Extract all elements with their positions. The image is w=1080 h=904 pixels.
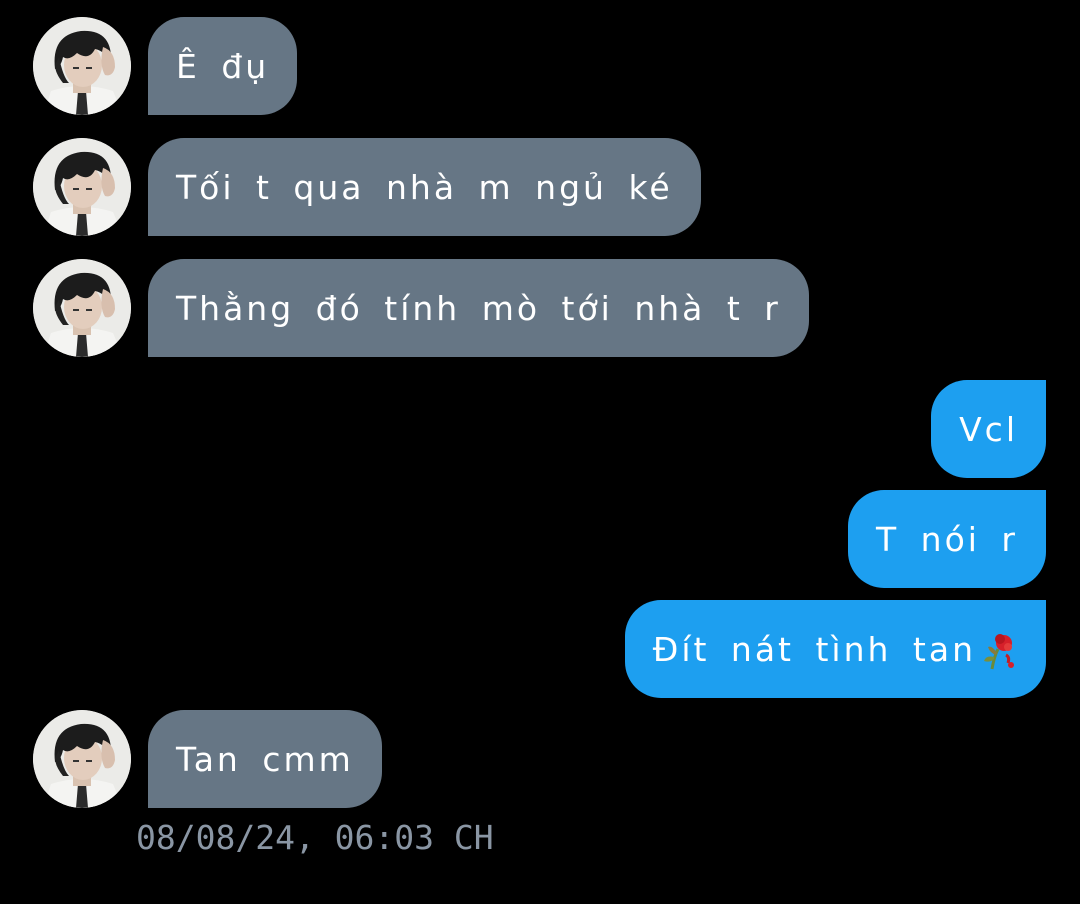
avatar[interactable] [33, 138, 131, 236]
message-text: T nói r [876, 519, 1018, 559]
message-bubble-incoming[interactable]: Tan cmm [148, 710, 382, 808]
message-text: Tối t qua nhà m ngủ ké [176, 167, 673, 207]
profile-photo [33, 710, 131, 808]
message-bubble-incoming[interactable]: Thằng đó tính mò tới nhà t r [148, 259, 809, 357]
message-bubble-outgoing[interactable]: Đít nát tình tan [624, 600, 1046, 698]
avatar[interactable] [33, 710, 131, 808]
avatar[interactable] [33, 17, 131, 115]
message-text: Vcl [959, 409, 1018, 449]
profile-photo [33, 138, 131, 236]
message-bubble-outgoing[interactable]: Vcl [931, 380, 1046, 478]
message-bubble-outgoing[interactable]: T nói r [848, 490, 1046, 588]
avatar[interactable] [33, 259, 131, 357]
message-bubble-incoming[interactable]: Ê đụ [148, 17, 298, 115]
wilted-rose-icon [978, 627, 1018, 671]
message-bubble-incoming[interactable]: Tối t qua nhà m ngủ ké [148, 138, 701, 236]
message-text: Đít nát tình tan [652, 629, 976, 669]
message-text: Thằng đó tính mò tới nhà t r [176, 288, 781, 328]
profile-photo [33, 17, 131, 115]
message-text: Ê đụ [176, 46, 270, 86]
profile-photo [33, 259, 131, 357]
message-text: Tan cmm [176, 739, 354, 779]
message-timestamp: 08/08/24, 06:03 CH [136, 818, 494, 857]
